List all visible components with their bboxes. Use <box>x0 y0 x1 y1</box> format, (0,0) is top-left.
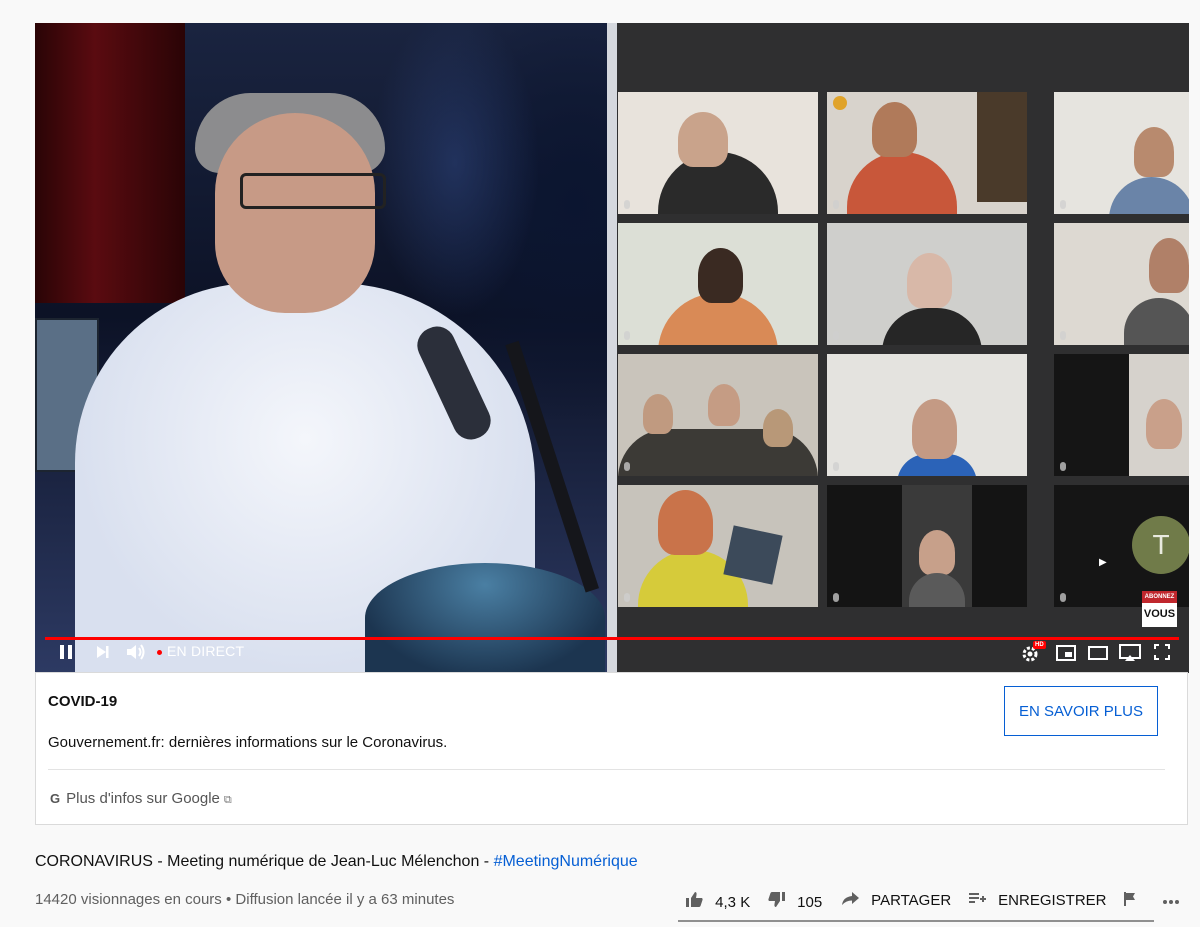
volume-icon[interactable] <box>126 644 146 664</box>
video-conference-grid: T ▶ ABONNEZ VOUS <box>617 23 1189 673</box>
hd-badge: HD <box>1033 641 1046 649</box>
live-dot <box>157 650 162 655</box>
red-curtain <box>35 23 185 303</box>
report-button[interactable] <box>1124 892 1145 910</box>
theater-icon[interactable] <box>1088 646 1108 664</box>
info-panel: COVID-19 Gouvernement.fr: dernières info… <box>35 672 1188 825</box>
dislike-button[interactable]: 105 <box>768 892 822 911</box>
miniplayer-icon[interactable] <box>1056 645 1076 665</box>
participant-tile: T ▶ <box>1054 485 1189 607</box>
share-icon <box>842 892 863 909</box>
dislike-count: 105 <box>797 894 823 911</box>
subscribe-overlay[interactable]: ABONNEZ VOUS <box>1142 591 1177 627</box>
like-button[interactable]: 4,3 K <box>686 892 750 911</box>
cast-icon[interactable] <box>1119 644 1141 666</box>
google-info-label: Plus d'infos sur Google <box>66 790 220 807</box>
split-divider <box>607 23 617 673</box>
thumbs-down-icon <box>768 892 789 911</box>
save-button[interactable]: ENREGISTRER <box>969 892 1107 909</box>
more-horizontal-icon <box>1162 892 1180 909</box>
separator-dot: • <box>225 891 232 908</box>
live-label[interactable]: EN DIRECT <box>167 643 244 659</box>
share-button[interactable]: PARTAGER <box>842 892 951 909</box>
learn-more-button[interactable]: EN SAVOIR PLUS <box>1004 686 1158 736</box>
like-count: 4,3 K <box>715 894 751 911</box>
actions-underline <box>678 920 1154 922</box>
info-panel-description: Gouvernement.fr: dernières informations … <box>48 734 448 751</box>
speaker-scene <box>35 23 607 673</box>
speaker-head <box>215 113 375 313</box>
more-actions-button[interactable] <box>1162 892 1188 909</box>
speaker-glasses <box>240 173 386 209</box>
participant-tile <box>827 485 1027 607</box>
participant-tile <box>827 354 1027 476</box>
google-info-link[interactable]: G Plus d'infos sur Google ⧉ <box>50 790 232 807</box>
mouse-cursor-icon: ▶ <box>1099 557 1107 568</box>
participant-tile <box>827 92 1027 214</box>
flag-icon <box>1124 892 1137 910</box>
add-to-playlist-icon <box>969 892 990 909</box>
google-icon: G <box>50 791 61 806</box>
stream-start-time: Diffusion lancée il y a 63 minutes <box>235 891 455 908</box>
divider <box>48 769 1165 770</box>
next-icon[interactable] <box>96 645 110 663</box>
hashtag-link[interactable]: #MeetingNumérique <box>494 853 638 870</box>
participant-tile <box>618 485 818 607</box>
info-panel-title: COVID-19 <box>48 693 118 710</box>
video-player[interactable]: T ▶ ABONNEZ VOUS EN DIRECT HD <box>35 23 1189 673</box>
participant-tile <box>1054 92 1189 214</box>
participant-tile <box>618 92 818 214</box>
video-title: CORONAVIRUS - Meeting numérique de Jean-… <box>35 853 638 870</box>
participant-tile <box>1054 354 1189 476</box>
participant-tile <box>827 223 1027 345</box>
pause-icon[interactable] <box>59 644 73 664</box>
participant-tile <box>618 223 818 345</box>
participant-avatar: T <box>1132 516 1189 574</box>
external-link-icon: ⧉ <box>223 794 232 806</box>
participant-tile <box>618 354 818 476</box>
view-count: 14420 visionnages en cours <box>35 891 222 908</box>
save-label: ENREGISTRER <box>998 892 1107 909</box>
fullscreen-icon[interactable] <box>1154 644 1170 664</box>
player-controls: EN DIRECT HD <box>35 633 1189 673</box>
participant-tile <box>1054 223 1189 345</box>
thumbs-up-icon <box>686 892 707 911</box>
view-info: 14420 visionnages en cours • Diffusion l… <box>35 891 454 908</box>
share-label: PARTAGER <box>871 892 952 909</box>
